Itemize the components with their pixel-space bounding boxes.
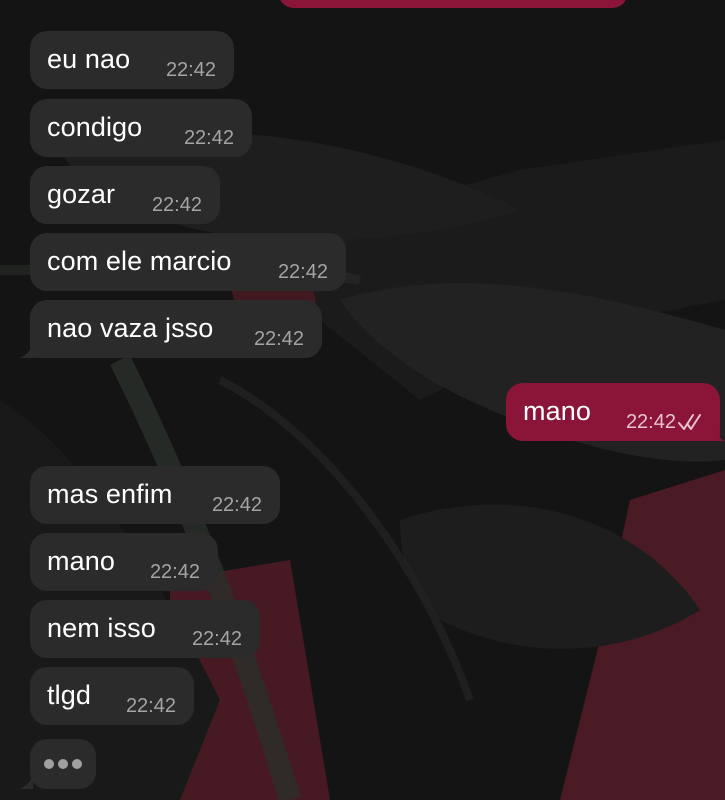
message-bubble-outgoing[interactable]: mano 22:42 [506,383,720,441]
typing-indicator [30,739,96,789]
message-timestamp: 22:42 [211,494,262,516]
message-text: tlgd [47,680,91,710]
message-text: mas enfim [47,479,173,509]
message-text: gozar [47,179,116,209]
message-bubble-incoming[interactable]: gozar 22:42 [30,166,220,224]
message-text: condigo [47,112,143,142]
message-timestamp: 22:42 [625,411,676,433]
double-check-icon [678,414,701,430]
bubble-tail-icon [19,775,33,789]
message-timestamp: 22:42 [191,628,242,650]
bubble-tail-icon [19,344,33,358]
message-bubble-incoming[interactable]: mas enfim 22:42 [30,466,280,524]
message-bubble-incoming[interactable]: condigo 22:42 [30,99,252,157]
message-timestamp: 22:42 [125,695,176,717]
message-text: eu nao [47,44,131,74]
message-bubble-incoming[interactable]: nao vaza jsso 22:42 [30,300,322,358]
message-text: mano [523,396,591,426]
previous-outgoing-bubble [278,0,628,8]
message-text: mano [47,546,115,576]
message-text: nem isso [47,613,156,643]
typing-dots-icon [72,759,82,769]
message-bubble-incoming[interactable]: com ele marcio 22:42 [30,233,346,291]
message-timestamp: 22:42 [253,328,304,350]
message-bubble-incoming[interactable]: nem isso 22:42 [30,600,260,658]
message-timestamp: 22:42 [151,194,202,216]
message-text: com ele marcio [47,246,232,276]
message-list[interactable]: eu nao 22:42 condigo 22:42 gozar 22:42 c… [0,0,725,800]
bubble-tail-icon [714,427,725,441]
message-bubble-incoming[interactable]: mano 22:42 [30,533,218,591]
typing-dots-icon [44,759,54,769]
message-text: nao vaza jsso [47,313,214,343]
message-timestamp: 22:42 [149,561,200,583]
typing-dots-icon [58,759,68,769]
message-timestamp: 22:42 [165,59,216,81]
message-timestamp: 22:42 [277,261,328,283]
message-bubble-incoming[interactable]: eu nao 22:42 [30,31,234,89]
message-timestamp: 22:42 [183,127,234,149]
message-bubble-incoming[interactable]: tlgd 22:42 [30,667,194,725]
